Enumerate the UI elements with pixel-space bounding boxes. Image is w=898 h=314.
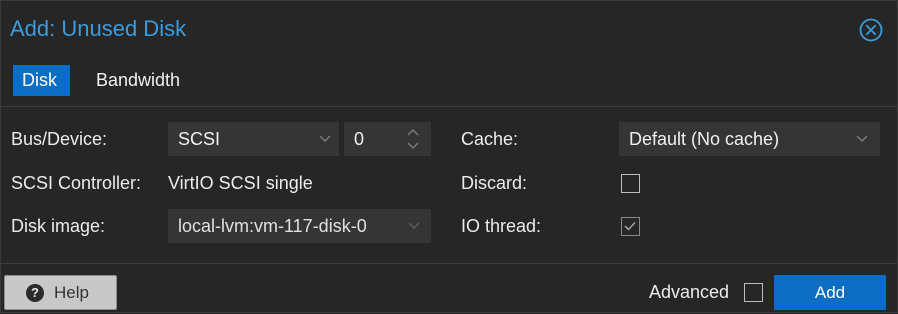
help-button[interactable]: ? Help: [4, 275, 117, 310]
device-number-value: 0: [354, 129, 365, 149]
tab-bar: Disk Bandwidth: [1, 57, 897, 107]
disk-image-select[interactable]: local-lvm:vm-117-disk-0: [168, 209, 431, 243]
advanced-checkbox[interactable]: [744, 283, 763, 302]
cache-select[interactable]: Default (No cache): [619, 122, 880, 156]
cache-label: Cache:: [461, 129, 519, 149]
disk-image-label: Disk image:: [11, 216, 106, 236]
add-disk-dialog: Add: Unused Disk Disk Bandwidth Bus/Devi…: [0, 0, 898, 313]
io-thread-checkbox[interactable]: [621, 217, 640, 236]
chevron-down-icon: [855, 122, 871, 156]
cache-select-value: Default (No cache): [629, 129, 780, 149]
discard-checkbox[interactable]: [621, 174, 640, 193]
bus-select[interactable]: SCSI: [168, 122, 339, 156]
tab-disk[interactable]: Disk: [13, 65, 70, 96]
bus-device-label: Bus/Device:: [11, 129, 108, 149]
tab-bandwidth[interactable]: Bandwidth: [87, 65, 189, 96]
dialog-title: Add: Unused Disk: [10, 16, 187, 41]
chevron-down-icon: [407, 209, 423, 243]
advanced-label: Advanced: [649, 282, 730, 302]
chevron-down-icon: [318, 122, 334, 156]
io-thread-label: IO thread:: [461, 216, 542, 236]
close-icon[interactable]: [859, 18, 883, 42]
help-question-icon: ?: [26, 284, 44, 302]
disk-image-value: local-lvm:vm-117-disk-0: [178, 216, 367, 236]
device-number-stepper[interactable]: 0: [344, 122, 431, 156]
stepper-arrows-icon[interactable]: [406, 126, 420, 152]
discard-label: Discard:: [461, 173, 528, 193]
scsi-controller-label: SCSI Controller:: [11, 173, 142, 193]
dialog-header: Add: Unused Disk: [1, 1, 897, 57]
scsi-controller-value: VirtIO SCSI single: [168, 173, 313, 193]
bus-select-value: SCSI: [178, 129, 221, 149]
add-button[interactable]: Add: [774, 275, 886, 310]
dialog-footer: ? Help Advanced Add: [1, 263, 897, 314]
help-button-label: Help: [54, 283, 89, 302]
checkmark-icon: [624, 221, 636, 231]
